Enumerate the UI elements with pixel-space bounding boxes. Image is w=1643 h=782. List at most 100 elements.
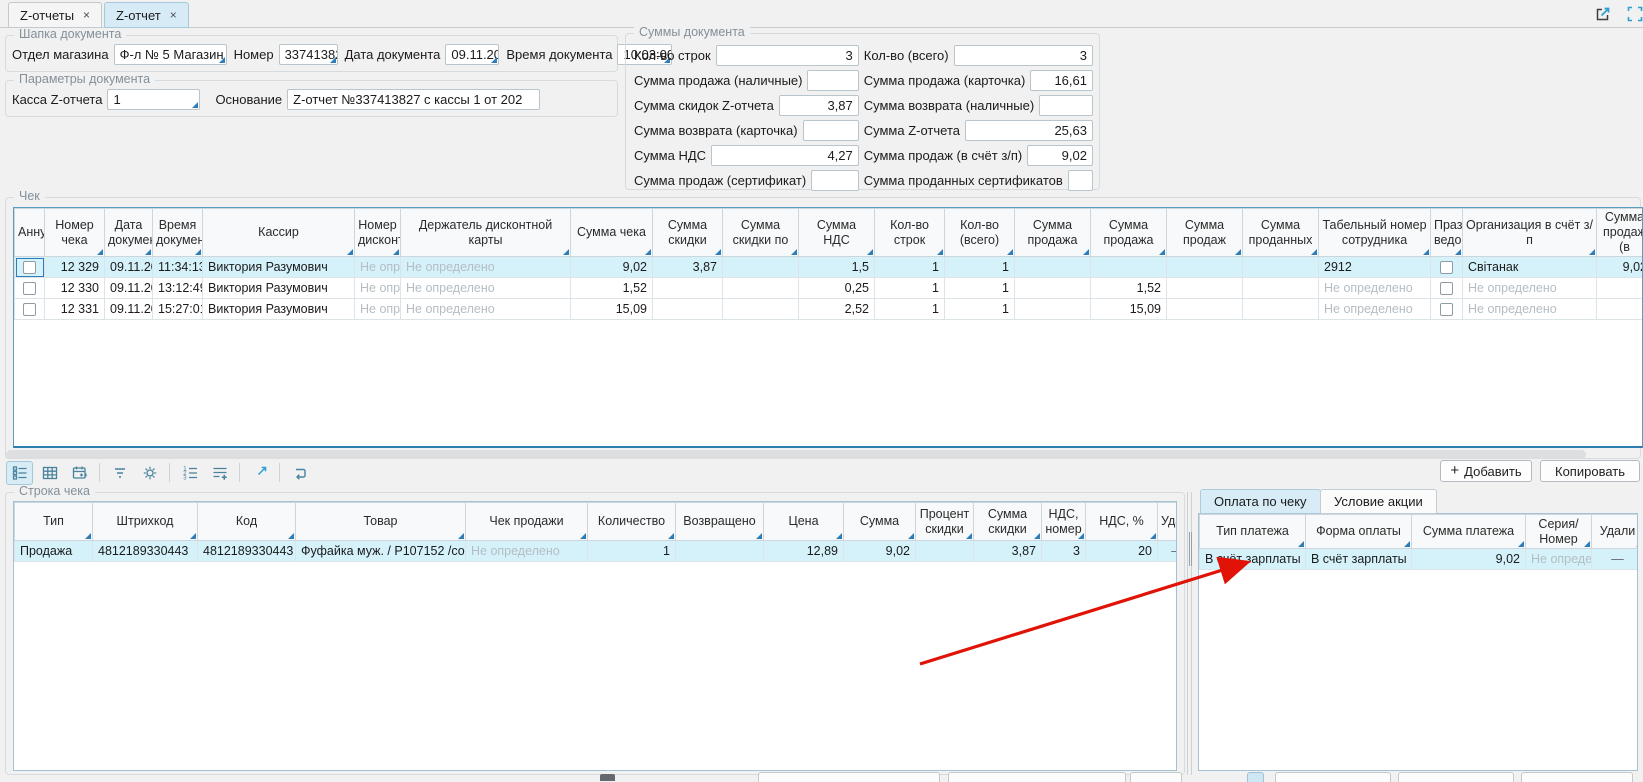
table-row[interactable]: 12 33109.11.2015:27:01Виктория Разумович…	[15, 299, 1643, 320]
row-checkbox[interactable]	[23, 261, 36, 274]
column-header[interactable]: Код	[198, 503, 296, 541]
sum-input[interactable]: 25,63	[965, 120, 1093, 141]
close-icon[interactable]: ×	[170, 9, 177, 21]
column-header[interactable]: Чек продажи	[466, 503, 588, 541]
horizontal-scrollbar[interactable]	[6, 450, 1586, 459]
column-header[interactable]: Сумма чека	[571, 209, 653, 257]
table-cell: 15,09	[571, 299, 653, 320]
table-row[interactable]: 12 33009.11.2013:12:49Виктория Разумович…	[15, 278, 1643, 299]
add-row-icon[interactable]	[206, 461, 233, 485]
sum-input[interactable]	[811, 170, 859, 191]
column-header[interactable]: Сумма продажа	[1015, 209, 1091, 257]
row-checkbox[interactable]	[23, 282, 36, 295]
tab-promo-condition[interactable]: Условие акции	[1320, 489, 1437, 514]
open-external-icon[interactable]	[246, 461, 273, 485]
column-header[interactable]: Сумма скидки	[974, 503, 1042, 541]
column-header[interactable]: Кол-во (всего)	[945, 209, 1015, 257]
column-header[interactable]: Сумма продаж (в	[1597, 209, 1643, 257]
column-header[interactable]: Сумма продажа	[1091, 209, 1167, 257]
list-view-icon[interactable]	[6, 461, 33, 485]
row-checkbox[interactable]	[23, 303, 36, 316]
cash-register-input[interactable]: 1	[107, 89, 200, 110]
tab-payment[interactable]: Оплата по чеку	[1200, 489, 1321, 514]
store-department-input[interactable]: Ф-л № 5 Магазин № 08	[114, 44, 227, 65]
column-header[interactable]: Анну	[15, 209, 45, 257]
column-header[interactable]: Форма оплаты	[1306, 515, 1412, 549]
column-header[interactable]: Кассир	[203, 209, 355, 257]
column-header[interactable]: Сумма	[844, 503, 916, 541]
table-cell: 12,89	[764, 541, 844, 562]
sum-input[interactable]: 16,61	[1030, 70, 1093, 91]
sum-input[interactable]	[1068, 170, 1093, 191]
filter-icon[interactable]	[106, 461, 133, 485]
sum-input[interactable]	[1039, 95, 1093, 116]
column-header[interactable]: Серия/ Номер	[1526, 515, 1592, 549]
column-header[interactable]: Сумма проданных	[1243, 209, 1319, 257]
column-header[interactable]: Табельный номер сотрудника	[1319, 209, 1431, 257]
column-header[interactable]: Праз ведо	[1431, 209, 1463, 257]
add-button[interactable]: + Добавить	[1440, 460, 1532, 482]
column-header[interactable]: Кол-во строк	[875, 209, 945, 257]
table-row[interactable]: В счёт зарплатыВ счёт зарплаты9,02Не опр…	[1200, 549, 1639, 570]
column-header[interactable]: Количество	[588, 503, 676, 541]
table-cell: 1	[945, 278, 1015, 299]
checkbox-cell	[1431, 278, 1463, 299]
table-cell: 09.11.20	[105, 257, 153, 278]
column-header[interactable]: Тип	[15, 503, 93, 541]
column-header[interactable]: Организация в счёт з/п	[1463, 209, 1597, 257]
row-checkbox[interactable]	[1440, 282, 1453, 295]
fullscreen-icon[interactable]	[1626, 5, 1643, 23]
column-header[interactable]: Дата докумен	[105, 209, 153, 257]
column-header[interactable]: Штрихкод	[93, 503, 198, 541]
open-external-icon[interactable]	[1594, 5, 1612, 23]
copy-button[interactable]: Копировать	[1540, 460, 1640, 482]
column-header[interactable]: Сумма скидки по	[723, 209, 799, 257]
numbered-list-icon[interactable]: 123	[176, 461, 203, 485]
row-checkbox[interactable]	[1440, 303, 1453, 316]
column-header[interactable]: Удали	[1158, 503, 1178, 541]
tab-z-report[interactable]: Z-отчет ×	[104, 2, 189, 28]
sum-input[interactable]	[803, 120, 859, 141]
column-header[interactable]: НДС, %	[1086, 503, 1158, 541]
calendar-add-icon[interactable]	[66, 461, 93, 485]
vertical-splitter[interactable]	[1187, 492, 1192, 775]
tab-z-reports[interactable]: Z-отчеты ×	[8, 2, 102, 28]
number-input[interactable]: 33741382	[279, 44, 338, 65]
document-date-input[interactable]: 09.11.20	[445, 44, 499, 65]
column-header[interactable]: Тип платежа	[1200, 515, 1306, 549]
column-header[interactable]: Сумма продаж	[1167, 209, 1243, 257]
table-row[interactable]: 12 32909.11.2011:34:13Виктория Разумович…	[15, 257, 1643, 278]
column-header[interactable]: Сумма НДС	[799, 209, 875, 257]
field-label: Сумма проданных сертификатов	[864, 173, 1063, 188]
field-label: Сумма продаж (сертификат)	[634, 173, 806, 188]
sum-input[interactable]: 3	[954, 45, 1093, 66]
settings-gear-icon[interactable]	[136, 461, 163, 485]
grid-view-icon[interactable]	[36, 461, 63, 485]
column-header[interactable]: Сумма скидки	[653, 209, 723, 257]
column-header[interactable]: Номер дисконт	[355, 209, 401, 257]
column-header[interactable]: Сумма платежа	[1412, 515, 1526, 549]
column-header[interactable]: Возвращено	[676, 503, 764, 541]
partial-control[interactable]	[600, 774, 615, 781]
column-header[interactable]: Номер чека	[45, 209, 105, 257]
sum-input[interactable]	[807, 70, 858, 91]
store-department-field: Отдел магазина Ф-л № 5 Магазин № 08	[12, 44, 227, 65]
column-header[interactable]: Цена	[764, 503, 844, 541]
close-icon[interactable]: ×	[83, 9, 90, 21]
row-checkbox[interactable]	[1440, 261, 1453, 274]
toolbar-separator	[99, 463, 100, 482]
sum-input[interactable]: 4,27	[711, 145, 859, 166]
column-header[interactable]: Товар	[296, 503, 466, 541]
column-header[interactable]: Держатель дисконтной карты	[401, 209, 571, 257]
column-header[interactable]: Время докумен	[153, 209, 203, 257]
sum-input[interactable]: 3	[716, 45, 859, 66]
table-cell: 20	[1086, 541, 1158, 562]
column-header[interactable]: НДС, номер	[1042, 503, 1086, 541]
basis-input[interactable]: Z-отчет №337413827 с кассы 1 от 202	[287, 89, 540, 110]
table-row[interactable]: Продажа48121893304434812189330443Фуфайка…	[15, 541, 1178, 562]
sum-input[interactable]: 3,87	[779, 95, 859, 116]
column-header[interactable]: Удали	[1592, 515, 1639, 549]
refresh-icon[interactable]	[286, 461, 313, 485]
column-header[interactable]: Процент скидки	[916, 503, 974, 541]
sum-input[interactable]: 9,02	[1027, 145, 1093, 166]
